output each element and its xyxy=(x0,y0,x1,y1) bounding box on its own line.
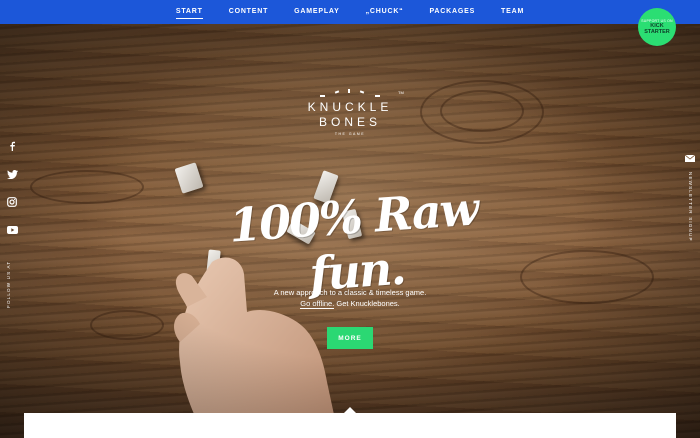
facebook-icon[interactable] xyxy=(5,139,19,153)
nav-item-chuck[interactable]: „CHUCK“ xyxy=(366,0,404,24)
logo-word-knuckle: KNUCKLE xyxy=(307,100,393,114)
knucklebones-logo: TM KNUCKLE BONES THE GAME xyxy=(300,88,404,136)
nav-item-gameplay[interactable]: GAMEPLAY xyxy=(294,0,339,24)
nav-item-start[interactable]: START xyxy=(175,0,203,24)
kickstarter-badge[interactable]: SUPPORT US ON KICK STARTER xyxy=(638,8,676,46)
logo-word-bones: BONES xyxy=(318,115,381,129)
follow-us-text: FOLLOW US AT xyxy=(6,260,11,308)
newsletter-signup-text: NEWSLETTER SIGNUP xyxy=(688,172,693,242)
tagline-rest: Get Knucklebones. xyxy=(334,299,400,308)
logo-marks-icon xyxy=(300,88,400,100)
logo-subtitle: THE GAME xyxy=(334,132,366,136)
logo-trademark: TM xyxy=(398,90,404,95)
nav-item-team[interactable]: TEAM xyxy=(501,0,524,24)
newsletter-signup-link[interactable]: NEWSLETTER SIGNUP xyxy=(684,150,696,242)
go-offline-link[interactable]: Go offline. xyxy=(300,299,335,309)
content-panel xyxy=(24,413,676,438)
instagram-icon[interactable] xyxy=(5,195,19,209)
nav-item-content[interactable]: CONTENT xyxy=(229,0,268,24)
youtube-icon[interactable] xyxy=(5,223,19,237)
nav-item-packages[interactable]: PACKAGES xyxy=(429,0,475,24)
more-button[interactable]: MORE xyxy=(327,327,373,349)
tagline-line-1: A new approach to a classic & timeless g… xyxy=(273,288,427,297)
main-navigation: START CONTENT GAMEPLAY „CHUCK“ PACKAGES … xyxy=(0,0,700,24)
kickstarter-logo-starter: STARTER xyxy=(644,29,670,35)
follow-us-label: FOLLOW US AT xyxy=(4,250,16,310)
hero-tagline: A new approach to a classic & timeless g… xyxy=(230,287,470,309)
twitter-icon[interactable] xyxy=(5,167,19,181)
tagline-line-2: Go offline. Get Knucklebones. xyxy=(230,298,470,309)
